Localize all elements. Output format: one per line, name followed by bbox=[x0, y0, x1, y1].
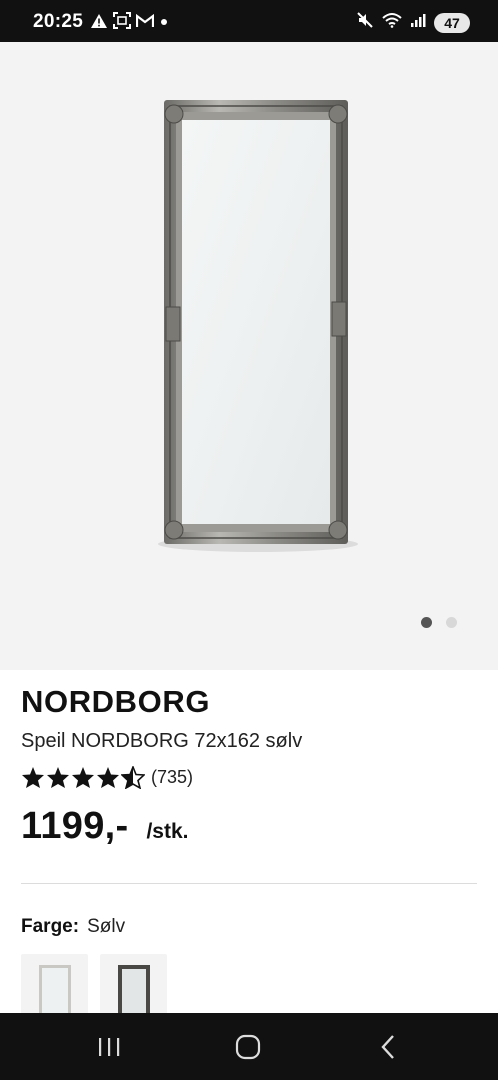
review-count: (735) bbox=[151, 767, 194, 787]
mirror-image bbox=[138, 92, 368, 567]
rating-stars bbox=[21, 766, 145, 789]
price-unit: /stk. bbox=[146, 820, 189, 843]
battery-icon: 47 bbox=[434, 12, 470, 33]
color-label: Farge: bbox=[21, 916, 80, 937]
product-brand: NORDBORG bbox=[21, 684, 211, 719]
mute-icon bbox=[356, 11, 374, 34]
gmail-icon bbox=[135, 13, 155, 33]
product-price: 1199,- bbox=[21, 805, 129, 847]
star-icon bbox=[22, 767, 44, 788]
signal-icon bbox=[410, 12, 426, 33]
status-right-icons: 47 bbox=[356, 11, 470, 34]
color-variants bbox=[21, 954, 167, 1018]
silver-mirror-thumbnail[interactable] bbox=[21, 954, 88, 1018]
gallery-dot[interactable] bbox=[446, 617, 457, 628]
recent-apps-icon[interactable] bbox=[89, 1031, 129, 1063]
star-icon bbox=[72, 767, 94, 788]
product-name: Speil NORDBORG 72x162 sølv bbox=[21, 730, 303, 752]
gallery-dots bbox=[421, 617, 457, 628]
star-icon bbox=[97, 767, 119, 788]
back-icon[interactable] bbox=[368, 1031, 408, 1063]
home-icon[interactable] bbox=[228, 1031, 268, 1063]
screenshot-icon bbox=[113, 12, 131, 34]
star-icon bbox=[47, 767, 69, 788]
status-time: 20:25 bbox=[33, 11, 84, 32]
navigation-bar bbox=[0, 1013, 498, 1080]
product-image-gallery[interactable] bbox=[0, 42, 498, 670]
half-star-icon bbox=[121, 766, 145, 789]
warning-icon bbox=[90, 13, 108, 34]
status-bar: 20:25 47 bbox=[0, 0, 498, 42]
dot-icon bbox=[159, 14, 169, 32]
dark-mirror-thumbnail[interactable] bbox=[100, 954, 167, 1018]
wifi-icon bbox=[382, 12, 402, 33]
product-rating[interactable]: (735) bbox=[21, 766, 193, 789]
color-value: Sølv bbox=[87, 916, 126, 937]
gallery-dot-active[interactable] bbox=[421, 617, 432, 628]
divider bbox=[21, 883, 477, 884]
color-selector: Farge: Sølv bbox=[21, 916, 125, 938]
status-left-icons bbox=[90, 12, 169, 34]
price-row: 1199,- /stk. bbox=[21, 805, 188, 848]
